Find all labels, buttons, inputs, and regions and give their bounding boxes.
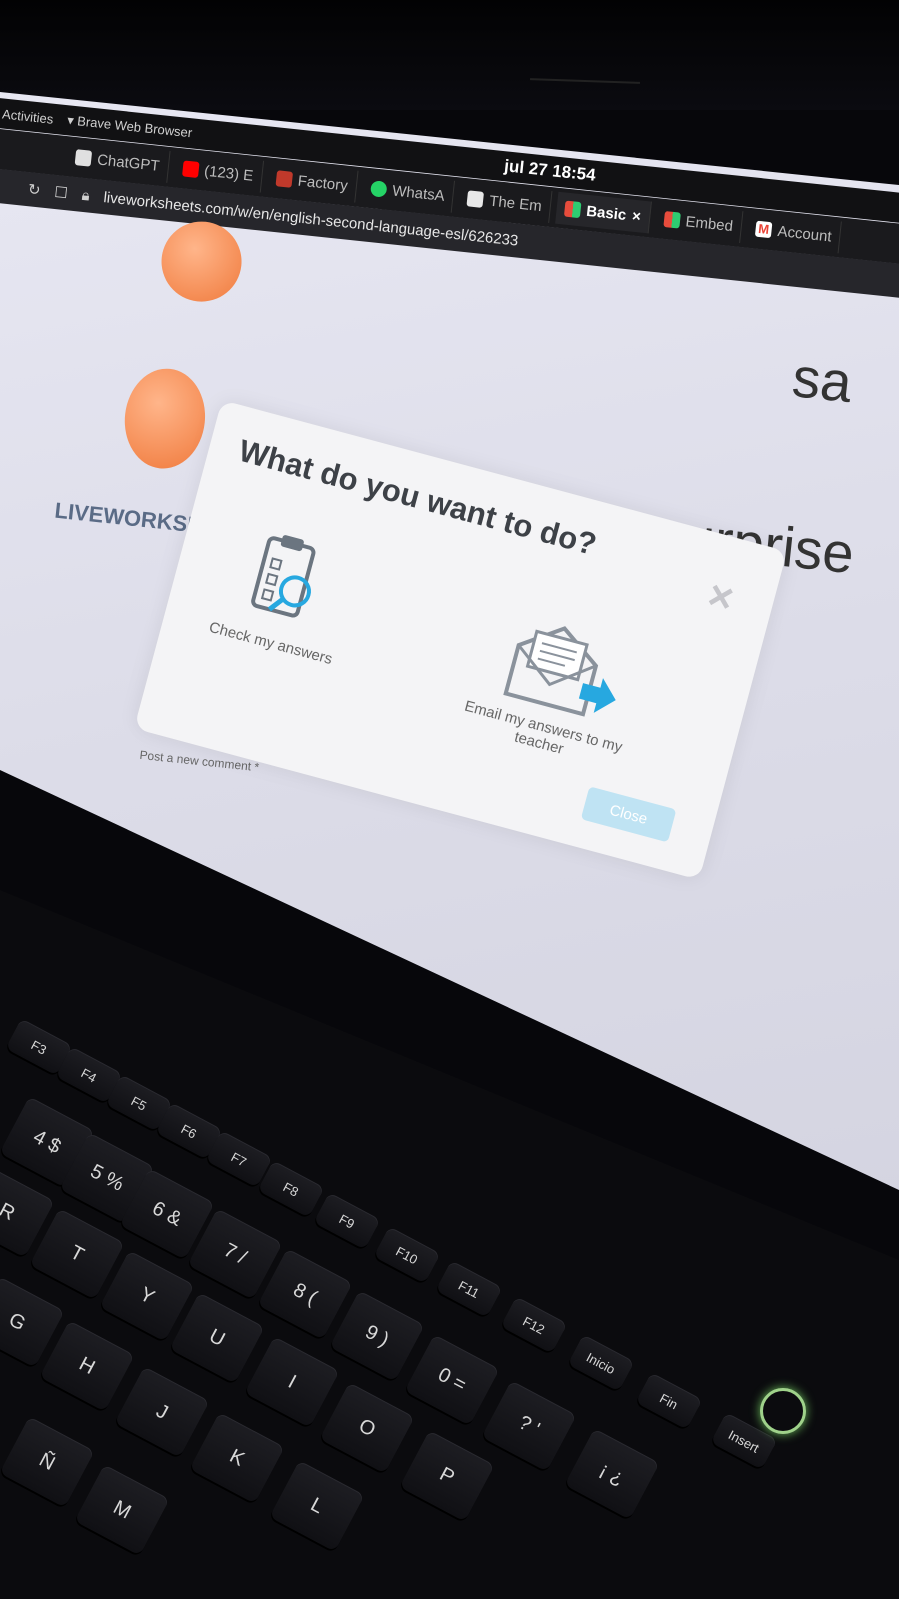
tab-label: Factory — [297, 172, 349, 195]
key-f11[interactable]: F11 — [435, 1260, 503, 1318]
clock-date: jul 27 — [503, 156, 549, 180]
word-label-sad: sa — [789, 345, 855, 415]
key-k[interactable]: K — [189, 1412, 285, 1504]
tab-label: Basic — [585, 202, 628, 224]
key-f10[interactable]: F10 — [373, 1226, 441, 1284]
tab-youtube[interactable]: (123) E — [172, 151, 264, 193]
scared-face-image — [119, 364, 210, 473]
key-h[interactable]: H — [39, 1320, 135, 1412]
tab-label: Embed — [684, 212, 734, 235]
tab-label: The Em — [488, 192, 543, 215]
key-exclamation[interactable]: ¡ ¿ — [564, 1428, 660, 1520]
app-name-label: ▾ Brave Web Browser — [66, 112, 193, 141]
key-f9[interactable]: F9 — [313, 1192, 381, 1250]
tab-embed[interactable]: Embed — [654, 202, 744, 244]
key-u[interactable]: U — [169, 1292, 265, 1384]
key-question[interactable]: ? ' — [481, 1380, 577, 1472]
tab-label: ChatGPT — [96, 150, 161, 175]
clipboard-magnifier-icon — [251, 535, 316, 618]
tab-account[interactable]: M Account — [746, 211, 843, 254]
tab-chatgpt[interactable]: ChatGPT — [65, 140, 171, 183]
key-o[interactable]: O — [319, 1382, 415, 1474]
tab-close-icon[interactable]: × — [631, 207, 641, 225]
factory-favicon-icon — [275, 170, 293, 188]
power-button-icon[interactable] — [760, 1388, 806, 1434]
activities-button[interactable]: Activities — [2, 106, 55, 126]
key-l[interactable]: L — [269, 1460, 365, 1552]
tab-the-em[interactable]: The Em — [457, 181, 553, 223]
document-favicon-icon — [466, 190, 485, 208]
key-inicio[interactable]: Inicio — [567, 1334, 635, 1392]
key-9[interactable]: 9 ) — [329, 1290, 425, 1382]
close-button[interactable]: Close — [580, 786, 677, 843]
bezel-camera-strip — [529, 78, 641, 84]
tab-label: (123) E — [203, 162, 255, 185]
key-f12[interactable]: F12 — [500, 1296, 568, 1354]
key-0[interactable]: 0 = — [404, 1334, 500, 1426]
key-m[interactable]: M — [74, 1464, 170, 1556]
check-answers-option[interactable]: Check my answers — [201, 517, 368, 670]
chatgpt-favicon-icon — [74, 149, 93, 167]
email-teacher-option[interactable]: Email my answers to my teacher — [445, 594, 664, 776]
whatsapp-favicon-icon — [369, 180, 388, 198]
key-j[interactable]: J — [114, 1366, 210, 1458]
tab-factory[interactable]: Factory — [266, 161, 359, 203]
tab-whatsapp[interactable]: WhatsA — [360, 171, 456, 213]
youtube-favicon-icon — [181, 160, 200, 178]
system-clock[interactable]: jul 27 18:54 — [503, 156, 596, 185]
gmail-favicon-icon: M — [754, 220, 773, 239]
key-f8[interactable]: F8 — [257, 1160, 325, 1218]
liveworksheets-logo: LIVEWORKSH — [53, 497, 205, 539]
liveworksheets-favicon-icon — [662, 210, 681, 229]
laptop-top-bezel — [0, 0, 899, 110]
key-n-tilde[interactable]: Ñ — [0, 1416, 95, 1508]
key-fin[interactable]: Fin — [635, 1372, 703, 1430]
tab-label: Account — [776, 222, 833, 246]
tab-label: WhatsA — [391, 181, 446, 205]
key-i[interactable]: I — [244, 1336, 340, 1428]
tab-basic[interactable]: Basic × — [554, 191, 652, 234]
screaming-face-image — [157, 217, 246, 306]
liveworksheets-favicon-icon — [563, 200, 582, 219]
key-p[interactable]: P — [399, 1430, 495, 1522]
clock-time: 18:54 — [551, 161, 597, 185]
close-icon[interactable]: × — [703, 570, 739, 622]
app-name-text: Brave Web Browser — [76, 113, 193, 141]
